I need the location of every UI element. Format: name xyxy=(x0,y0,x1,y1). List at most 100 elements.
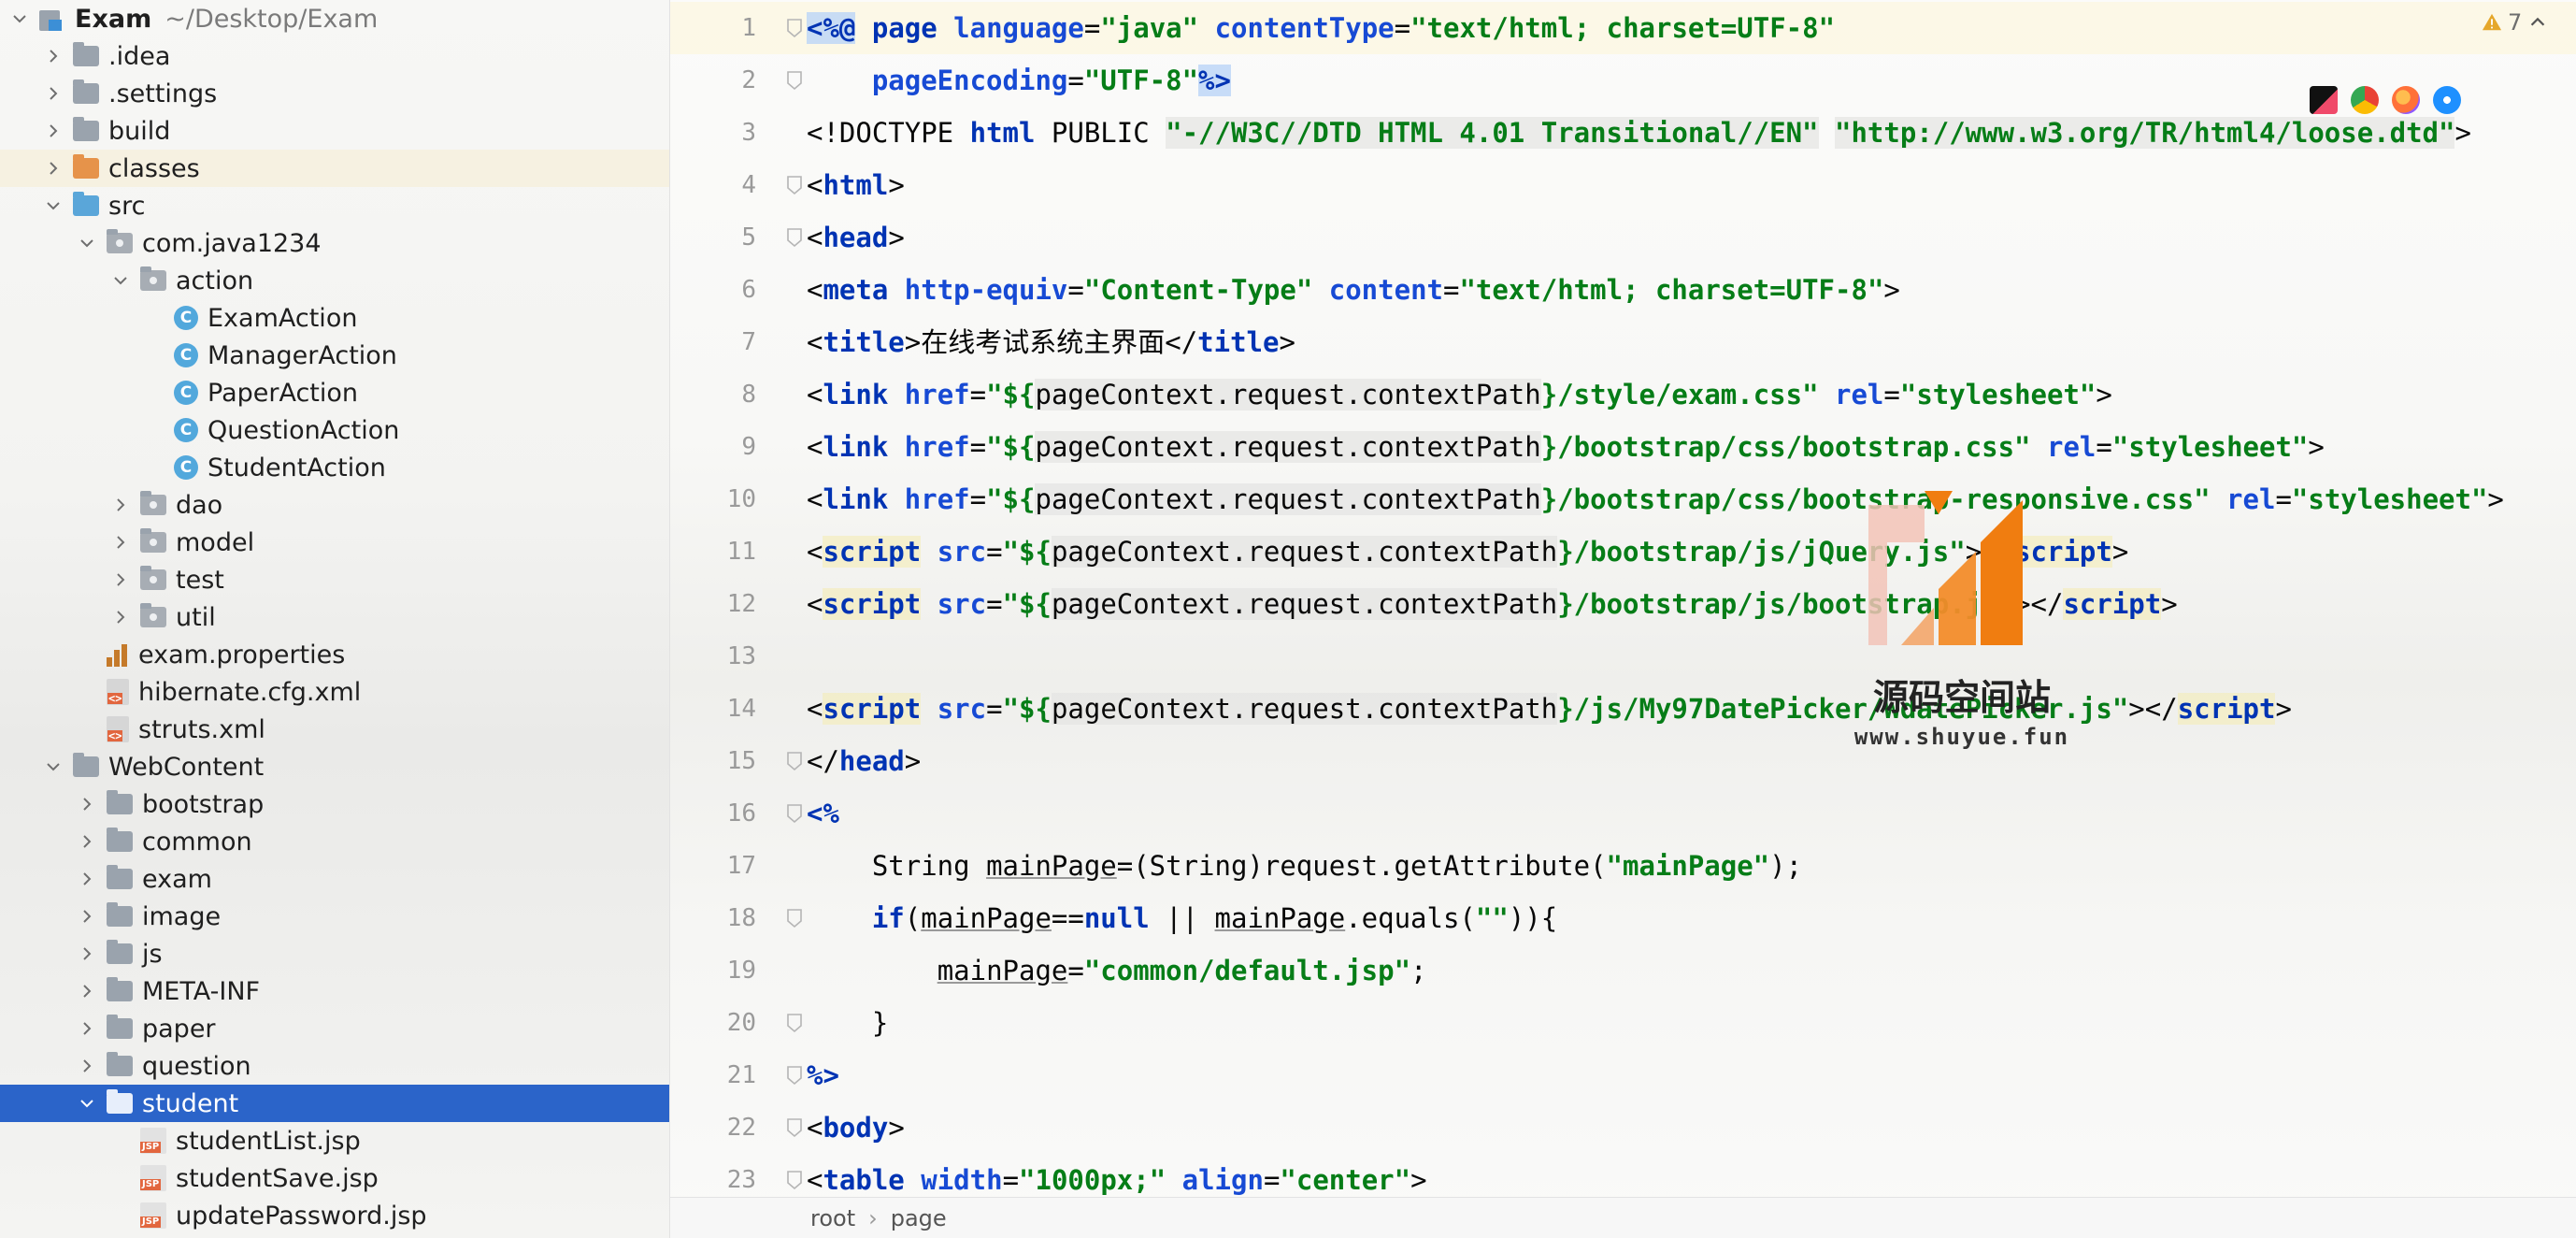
code-token: > xyxy=(2275,693,2292,725)
code-line[interactable]: <link href="${pageContext.request.contex… xyxy=(807,421,2325,473)
tree-item-questionaction[interactable]: C QuestionAction xyxy=(0,411,669,449)
chevron-right-icon[interactable] xyxy=(41,156,65,180)
safari-icon[interactable] xyxy=(2433,86,2461,114)
tree-item-paperaction[interactable]: C PaperAction xyxy=(0,374,669,411)
fold-marker-icon[interactable] xyxy=(786,1013,803,1033)
tree-item-com-java1234[interactable]: com.java1234 xyxy=(0,224,669,262)
chevron-right-icon[interactable] xyxy=(41,81,65,106)
tree-item-src[interactable]: src xyxy=(0,187,669,224)
fold-marker-icon[interactable] xyxy=(786,70,803,91)
code-token: == xyxy=(1051,902,1084,934)
tree-item-manageraction[interactable]: C ManagerAction xyxy=(0,337,669,374)
code-line[interactable]: <title>在线考试系统主界面</title> xyxy=(807,316,1295,368)
chevron-right-icon[interactable] xyxy=(75,979,99,1003)
tree-item-classes[interactable]: classes xyxy=(0,150,669,187)
code-line[interactable]: } xyxy=(807,997,888,1049)
tree-item-meta-inf[interactable]: META-INF xyxy=(0,972,669,1010)
tree-item-struts-xml[interactable]: struts.xml xyxy=(0,711,669,748)
chevron-right-icon[interactable] xyxy=(108,568,133,592)
chevron-down-icon[interactable] xyxy=(41,194,65,218)
code-line[interactable]: <!DOCTYPE html PUBLIC "-//W3C//DTD HTML … xyxy=(807,107,2471,159)
chevron-right-icon[interactable] xyxy=(41,119,65,143)
chevron-right-icon[interactable] xyxy=(75,829,99,854)
fold-marker-icon[interactable] xyxy=(786,18,803,38)
folder-icon xyxy=(107,940,133,964)
tree-item-util[interactable]: util xyxy=(0,598,669,636)
chevron-down-icon[interactable] xyxy=(7,7,32,31)
chevron-down-icon[interactable] xyxy=(41,755,65,779)
tree-item-updatepassword-jsp[interactable]: updatePassword.jsp xyxy=(0,1197,669,1234)
chevron-right-icon[interactable] xyxy=(108,605,133,629)
chevron-right-icon[interactable] xyxy=(108,530,133,554)
fold-marker-icon[interactable] xyxy=(786,751,803,771)
tree-item-image[interactable]: image xyxy=(0,898,669,935)
chrome-icon[interactable] xyxy=(2351,86,2379,114)
code-line[interactable]: pageEncoding="UTF-8"%> xyxy=(807,54,1231,107)
fold-marker-icon[interactable] xyxy=(786,1065,803,1086)
tree-item-hibernate-cfg-xml[interactable]: hibernate.cfg.xml xyxy=(0,673,669,711)
tree-item-bootstrap[interactable]: bootstrap xyxy=(0,785,669,823)
tree-item-js[interactable]: js xyxy=(0,935,669,972)
tree-item-idea[interactable]: .idea xyxy=(0,37,669,75)
chevron-down-icon[interactable] xyxy=(75,1091,99,1116)
tree-item-exam[interactable]: exam xyxy=(0,860,669,898)
code-line[interactable]: %> xyxy=(807,1049,839,1101)
firefox-icon[interactable] xyxy=(2392,86,2420,114)
fold-marker-icon[interactable] xyxy=(786,175,803,195)
tree-item-studentsave-jsp[interactable]: studentSave.jsp xyxy=(0,1159,669,1197)
fold-marker-icon[interactable] xyxy=(786,1170,803,1190)
tree-item-dao[interactable]: dao xyxy=(0,486,669,524)
tree-item-studentlist-jsp[interactable]: studentList.jsp xyxy=(0,1122,669,1159)
code-line[interactable]: </head> xyxy=(807,735,921,787)
tree-item-test[interactable]: test xyxy=(0,561,669,598)
tree-item-settings[interactable]: .settings xyxy=(0,75,669,112)
warnings-indicator[interactable]: 7 xyxy=(2482,9,2548,36)
code-line[interactable]: <html> xyxy=(807,159,905,211)
code-line[interactable]: if(mainPage==null || mainPage.equals("")… xyxy=(807,892,1557,944)
breadcrumb-item[interactable]: page xyxy=(891,1205,947,1231)
chevron-right-icon[interactable] xyxy=(75,942,99,966)
chevron-right-icon[interactable] xyxy=(75,904,99,928)
tree-item-model[interactable]: model xyxy=(0,524,669,561)
tree-item-action[interactable]: action xyxy=(0,262,669,299)
code-line[interactable]: <link href="${pageContext.request.contex… xyxy=(807,368,2112,421)
code-line[interactable]: mainPage="common/default.jsp"; xyxy=(807,944,1427,997)
breadcrumb-item[interactable]: root xyxy=(810,1205,855,1231)
fold-marker-icon[interactable] xyxy=(786,1117,803,1138)
chevron-right-icon[interactable] xyxy=(75,1016,99,1041)
tree-item-studentaction[interactable]: C StudentAction xyxy=(0,449,669,486)
tree-item-question[interactable]: question xyxy=(0,1047,669,1085)
code-line[interactable]: <link href="${pageContext.request.contex… xyxy=(807,473,2504,525)
tree-item-build[interactable]: build xyxy=(0,112,669,150)
code-line[interactable]: <%@ page language="java" contentType="te… xyxy=(807,2,1835,54)
chevron-right-icon[interactable] xyxy=(41,44,65,68)
tree-item-webcontent[interactable]: WebContent xyxy=(0,748,669,785)
chevron-right-icon[interactable] xyxy=(75,867,99,891)
tree-item-exam[interactable]: Exam ~/Desktop/Exam xyxy=(0,0,669,37)
code-editor[interactable]: 1 2 3 4 5 6 7 8 9 10 11 12 13 14 15 16 17 18 19 20 21 22 23 <%… xyxy=(670,0,2576,1238)
code-line[interactable]: <head> xyxy=(807,211,905,264)
tree-item-student[interactable]: student xyxy=(0,1085,669,1122)
tree-item-common[interactable]: common xyxy=(0,823,669,860)
tree-item-exam-properties[interactable]: exam.properties xyxy=(0,636,669,673)
intellij-icon[interactable] xyxy=(2310,86,2338,114)
chevron-down-icon[interactable] xyxy=(108,268,133,293)
tree-item-paper[interactable]: paper xyxy=(0,1010,669,1047)
tree-item-examaction[interactable]: C ExamAction xyxy=(0,299,669,337)
chevron-right-icon[interactable] xyxy=(108,493,133,517)
fold-marker-icon[interactable] xyxy=(786,803,803,824)
chevron-right-icon[interactable] xyxy=(75,792,99,816)
code-line[interactable]: <body> xyxy=(807,1101,905,1154)
chevron-down-icon[interactable] xyxy=(75,231,99,255)
code-line[interactable]: <meta http-equiv="Content-Type" content=… xyxy=(807,264,1900,316)
package-icon xyxy=(140,266,166,291)
code-line[interactable]: <% xyxy=(807,787,839,840)
chevron-up-icon[interactable] xyxy=(2527,12,2548,33)
chevron-right-icon[interactable] xyxy=(75,1054,99,1078)
code-token: = xyxy=(986,693,1003,725)
code-line[interactable]: String mainPage=(String)request.getAttri… xyxy=(807,840,1802,892)
fold-marker-icon[interactable] xyxy=(786,227,803,248)
fold-marker-icon[interactable] xyxy=(786,908,803,928)
